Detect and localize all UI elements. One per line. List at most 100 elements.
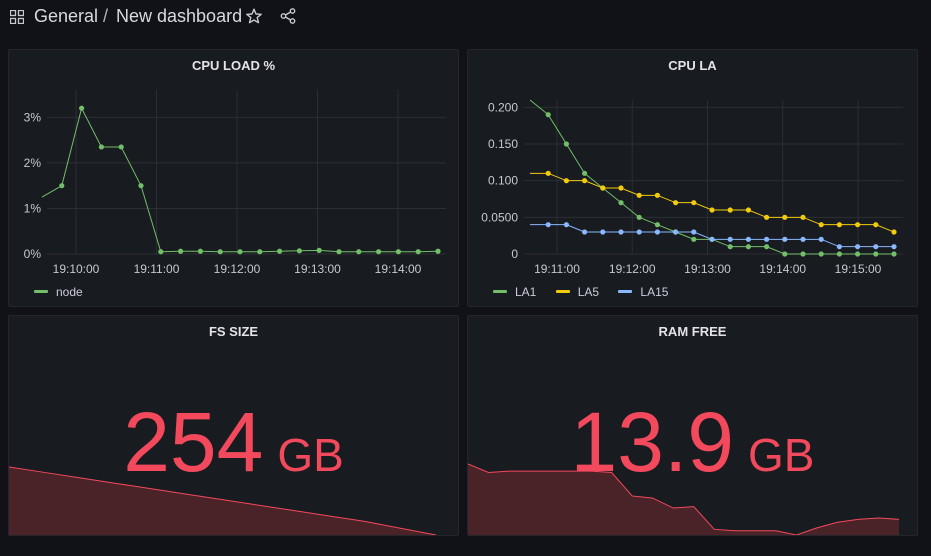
data-point-LA5 bbox=[654, 192, 660, 198]
legend-label: node bbox=[56, 284, 83, 299]
x-tick-label: 19:14:00 bbox=[759, 262, 806, 276]
legend-label: LA1 bbox=[515, 284, 537, 299]
y-tick-label: 0.150 bbox=[488, 137, 518, 151]
legend: LA1 LA5 LA15 bbox=[493, 282, 684, 299]
share-icon[interactable] bbox=[280, 8, 296, 24]
data-point-LA15 bbox=[709, 236, 715, 242]
data-point-LA1 bbox=[727, 244, 733, 250]
data-point-LA5 bbox=[545, 170, 551, 176]
y-tick-label: 1% bbox=[24, 201, 42, 215]
data-point-LA15 bbox=[800, 236, 806, 242]
data-point-LA5 bbox=[782, 214, 788, 220]
legend-label: LA5 bbox=[577, 284, 600, 299]
data-point-LA1 bbox=[855, 251, 861, 257]
breadcrumb-separator: / bbox=[103, 6, 109, 26]
legend-item-la15[interactable]: LA15 bbox=[618, 285, 668, 299]
data-point-LA5 bbox=[709, 207, 715, 213]
data-point-node bbox=[59, 183, 65, 189]
data-point-LA15 bbox=[818, 236, 824, 242]
data-point-LA15 bbox=[618, 229, 624, 235]
x-tick-label: 19:11:00 bbox=[134, 262, 180, 276]
panel-title[interactable]: CPU LA bbox=[468, 58, 917, 73]
panel-ram-free[interactable]: RAM FREE 13.9 GB bbox=[467, 315, 918, 536]
data-point-LA1 bbox=[764, 244, 770, 250]
data-point-LA5 bbox=[891, 229, 897, 235]
legend-label: LA15 bbox=[640, 284, 669, 299]
panel-fs-size[interactable]: FS SIZE 254 GB bbox=[8, 315, 459, 536]
data-point-node bbox=[316, 247, 322, 253]
data-point-node bbox=[79, 105, 85, 111]
star-icon[interactable] bbox=[246, 8, 262, 24]
data-point-LA1 bbox=[691, 236, 697, 242]
data-point-LA5 bbox=[618, 185, 624, 191]
legend-swatch bbox=[493, 290, 507, 293]
data-point-LA15 bbox=[873, 244, 879, 250]
x-tick-label: 19:13:00 bbox=[684, 262, 731, 276]
data-point-LA1 bbox=[654, 222, 660, 228]
data-point-LA1 bbox=[563, 141, 569, 147]
x-tick-label: 19:12:00 bbox=[609, 262, 656, 276]
x-tick-label: 19:11:00 bbox=[534, 262, 580, 276]
y-tick-label: 0% bbox=[24, 247, 42, 261]
data-point-LA1 bbox=[891, 251, 897, 257]
data-point-node bbox=[118, 144, 124, 150]
data-point-LA5 bbox=[836, 222, 842, 228]
data-point-LA5 bbox=[691, 200, 697, 206]
data-point-LA1 bbox=[582, 170, 588, 176]
data-point-node bbox=[336, 249, 342, 255]
data-point-node bbox=[435, 248, 441, 254]
data-point-LA15 bbox=[654, 229, 660, 235]
y-tick-label: 2% bbox=[24, 156, 42, 170]
data-point-node bbox=[197, 248, 203, 254]
series-line-node bbox=[41, 106, 439, 253]
data-point-LA5 bbox=[745, 207, 751, 213]
data-point-LA5 bbox=[873, 222, 879, 228]
data-point-LA15 bbox=[782, 236, 788, 242]
data-point-LA15 bbox=[582, 229, 588, 235]
data-point-LA15 bbox=[673, 229, 679, 235]
data-point-LA1 bbox=[873, 251, 879, 257]
breadcrumb-folder[interactable]: General bbox=[34, 6, 98, 27]
y-tick-label: 0.0500 bbox=[481, 210, 518, 224]
x-tick-label: 19:10:00 bbox=[53, 262, 100, 276]
data-point-LA5 bbox=[818, 222, 824, 228]
data-point-LA5 bbox=[727, 207, 733, 213]
data-point-LA5 bbox=[764, 214, 770, 220]
legend-item-node[interactable]: node bbox=[34, 285, 83, 299]
data-point-node bbox=[296, 248, 302, 254]
legend-item-la1[interactable]: LA1 bbox=[493, 285, 536, 299]
data-point-LA15 bbox=[691, 229, 697, 235]
panel-title[interactable]: CPU LOAD % bbox=[9, 58, 458, 73]
data-point-LA15 bbox=[891, 244, 897, 250]
cpu-load-chart: 0% 1% 2% 3% 19:10:00 19:11:00 19:12:00 19:13:00… bbox=[24, 90, 446, 276]
legend-item-la5[interactable]: LA5 bbox=[555, 284, 600, 299]
legend-swatch bbox=[34, 290, 48, 293]
data-point-LA5 bbox=[636, 192, 642, 198]
data-point-node bbox=[395, 249, 401, 255]
x-tick-label: 19:14:00 bbox=[375, 262, 422, 276]
data-point-LA5 bbox=[563, 178, 569, 184]
stat-unit: GB bbox=[277, 429, 344, 481]
panel-cpu-la[interactable]: CPU LA 0 0.0500 0.100 0.150 0.200 19:11:00 19:… bbox=[467, 49, 918, 307]
panel-cpu-load[interactable]: CPU LOAD % 0% 1% 2% 3% 19:10:00 19:11:00 19:12… bbox=[8, 49, 459, 307]
data-point-LA15 bbox=[545, 222, 551, 228]
stat-value: 254 GB bbox=[9, 394, 458, 491]
dashboard-title[interactable]: New dashboard bbox=[116, 6, 242, 27]
cpu-la-chart: 0 0.0500 0.100 0.150 0.200 19:11:00 19:12:00 19… bbox=[481, 99, 903, 276]
dashboards-grid-icon[interactable] bbox=[10, 10, 24, 24]
data-point-LA5 bbox=[600, 185, 606, 191]
data-point-LA5 bbox=[582, 178, 588, 184]
data-point-node bbox=[415, 249, 421, 255]
stat-value: 13.9 GB bbox=[468, 394, 917, 491]
data-point-LA15 bbox=[836, 244, 842, 250]
data-point-LA15 bbox=[764, 236, 770, 242]
data-point-LA15 bbox=[600, 229, 606, 235]
stat-unit: GB bbox=[748, 429, 815, 481]
legend: node bbox=[34, 282, 99, 299]
x-tick-label: 19:15:00 bbox=[835, 262, 882, 276]
data-point-node bbox=[356, 249, 362, 255]
data-point-LA5 bbox=[673, 200, 679, 206]
data-point-node bbox=[178, 248, 184, 254]
y-tick-label: 0.100 bbox=[488, 174, 518, 188]
stat-number: 254 bbox=[123, 395, 264, 489]
